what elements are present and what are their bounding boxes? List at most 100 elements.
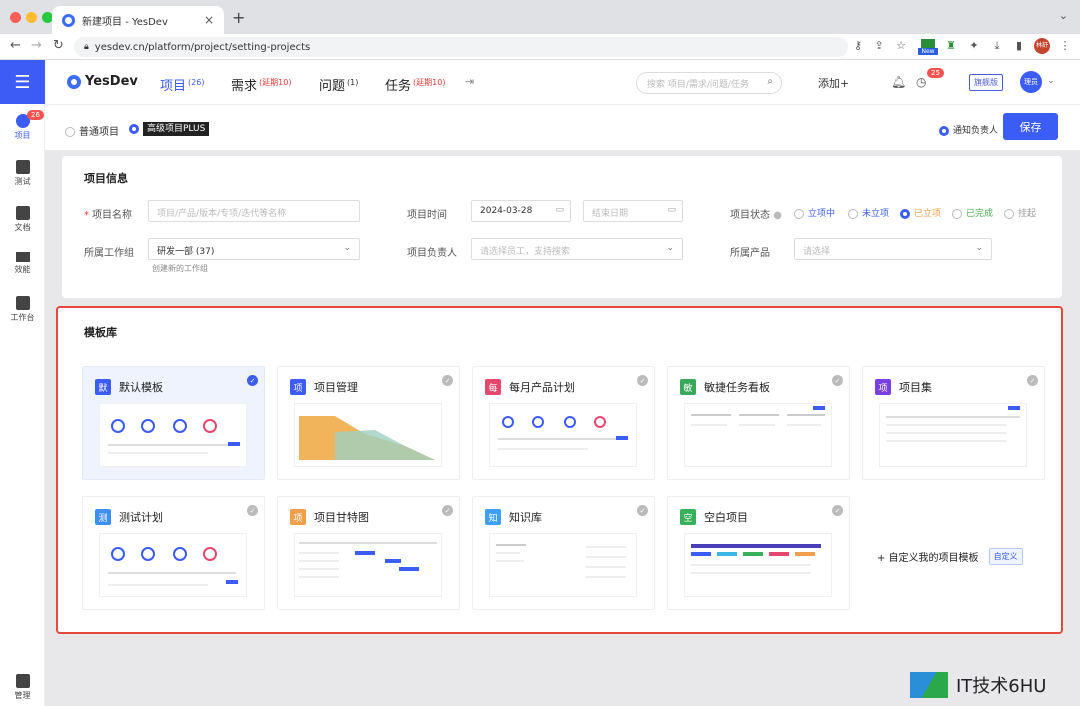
status-option-not-initiated[interactable]: 未立项: [848, 206, 889, 219]
template-icon: 测: [95, 509, 111, 525]
bell-icon[interactable]: 🔔︎: [891, 75, 906, 89]
burndown-preview-image: [299, 416, 435, 460]
template-card-monthly-plan[interactable]: 每每月产品计划 ✓: [472, 366, 655, 480]
logo[interactable]: YesDev: [67, 74, 138, 89]
custom-template-button[interactable]: + 自定义我的项目模板 自定义: [865, 534, 1048, 578]
template-card-project-set[interactable]: 项项目集 ✓: [862, 366, 1045, 480]
check-icon: ✓: [832, 375, 843, 386]
user-avatar[interactable]: 理员: [1020, 71, 1042, 93]
sidebar-item-workbench[interactable]: 工作台: [0, 296, 45, 323]
address-toolbar: ← → ↻ 🔒︎ yesdev.cn/platform/project/sett…: [0, 34, 1080, 60]
sidebar-item-manage[interactable]: 管理: [0, 674, 45, 701]
product-select[interactable]: 请选择 ⌄: [794, 238, 992, 260]
download-icon[interactable]: ⤓: [990, 39, 1004, 53]
section-title: 模板库: [84, 326, 117, 339]
radio-icon: [848, 208, 858, 219]
check-icon: ✓: [247, 375, 258, 386]
group-select[interactable]: 研发一部 (37) ⌄: [148, 238, 360, 260]
sidebar-item-project[interactable]: 项目 26: [0, 110, 45, 141]
key-icon[interactable]: ⚷: [851, 39, 865, 53]
nav-task[interactable]: 任务 (延期10): [385, 75, 445, 94]
puzzle-icon[interactable]: ✦: [967, 39, 981, 53]
template-icon: 每: [485, 379, 501, 395]
url-bar[interactable]: 🔒︎ yesdev.cn/platform/project/setting-pr…: [74, 37, 848, 57]
radio-normal-project[interactable]: 普通项目: [65, 123, 119, 138]
list-preview-image: [886, 406, 1020, 442]
nav-project[interactable]: 项目 (26): [160, 75, 204, 94]
minimize-window-button[interactable]: [26, 12, 37, 23]
extension-icon[interactable]: ♜: [944, 39, 958, 53]
chevron-down-icon[interactable]: ⌄: [1047, 76, 1055, 86]
reload-icon[interactable]: ↻: [53, 38, 64, 53]
back-icon[interactable]: ←: [10, 38, 21, 53]
product-label: 所属产品: [730, 248, 770, 259]
nav-requirement[interactable]: 需求 (延期10): [231, 75, 291, 94]
project-name-input[interactable]: 项目/产品/版本/专项/迭代等名称: [148, 200, 360, 222]
template-preview: [294, 403, 442, 467]
url-text: yesdev.cn/platform/project/setting-proje…: [94, 41, 311, 53]
check-icon: ✓: [442, 375, 453, 386]
extension-new-icon[interactable]: New: [918, 39, 938, 55]
check-icon: ✓: [1027, 375, 1038, 386]
bookmark-star-icon[interactable]: ☆: [894, 39, 908, 53]
template-card-blank[interactable]: 空空白项目 ✓: [667, 496, 850, 610]
status-option-completed[interactable]: 已完成: [952, 206, 993, 219]
new-tab-icon[interactable]: +: [232, 8, 245, 27]
clock-icon[interactable]: ◷: [916, 75, 926, 89]
template-preview: [879, 403, 1027, 467]
notification-badge: 25: [927, 68, 944, 78]
start-date-input[interactable]: 2024-03-28 ▭: [471, 200, 571, 222]
radio-advanced-project[interactable]: 高级项目PLUS: [129, 121, 210, 136]
status-option-initiating[interactable]: 立项中: [794, 206, 835, 219]
plan-preview-image: [498, 416, 628, 450]
template-icon: 项: [290, 509, 306, 525]
lock-icon: 🔒︎: [84, 42, 89, 52]
help-icon: ●: [773, 210, 782, 221]
template-preview: [99, 533, 247, 597]
knowledge-preview-image: [496, 544, 626, 578]
sidebar-item-efficiency[interactable]: 效能: [0, 252, 45, 275]
template-card-knowledge-base[interactable]: 知知识库 ✓: [472, 496, 655, 610]
template-card-gantt[interactable]: 项项目甘特图 ✓: [277, 496, 460, 610]
sidepanel-icon[interactable]: ▮: [1012, 39, 1026, 53]
gantt-preview-image: [299, 542, 437, 578]
sidebar-item-docs[interactable]: 文档: [0, 206, 45, 233]
chevron-down-icon[interactable]: ⌄: [1059, 9, 1068, 22]
sidebar-item-test[interactable]: 测试: [0, 160, 45, 187]
nav-issue[interactable]: 问题 (1): [319, 75, 358, 94]
create-group-link[interactable]: 创建新的工作组: [152, 263, 208, 274]
template-card-test-plan[interactable]: 测测试计划 ✓: [82, 496, 265, 610]
template-card-project-management[interactable]: 项项目管理 ✓: [277, 366, 460, 480]
search-icon[interactable]: ⌕: [767, 76, 773, 87]
section-title: 项目信息: [84, 172, 128, 185]
manage-icon: [15, 674, 30, 688]
project-info-section: 项目信息 * 项目名称 项目/产品/版本/专项/迭代等名称 项目时间 2024-0…: [62, 156, 1062, 298]
close-tab-icon[interactable]: ×: [204, 13, 214, 27]
save-button[interactable]: 保存: [1003, 113, 1058, 140]
exit-icon[interactable]: ⇥: [465, 75, 474, 88]
chevron-down-icon: ⌄: [975, 243, 983, 253]
forward-icon[interactable]: →: [31, 38, 42, 53]
share-icon[interactable]: ⇪: [872, 39, 886, 53]
end-date-input[interactable]: 结束日期 ▭: [583, 200, 683, 222]
search-input[interactable]: 搜索 项目/需求/问题/任务 ⌕: [636, 72, 782, 94]
notify-owner-toggle[interactable]: 通知负责人: [939, 123, 998, 136]
menu-toggle-icon[interactable]: ☰: [0, 60, 45, 104]
browser-tab[interactable]: 新建项目 - YesDev ×: [52, 6, 224, 34]
status-option-suspended[interactable]: 挂起: [1004, 206, 1036, 219]
left-navigation: ☰ 项目 26 测试 文档 效能 工作台 管理: [0, 60, 45, 706]
status-option-initiated[interactable]: 已立项: [900, 206, 941, 219]
calendar-icon: ▭: [667, 205, 676, 215]
template-preview: [294, 533, 442, 597]
owner-select[interactable]: 请选择员工，支持搜索 ⌄: [471, 238, 683, 260]
radio-icon: [65, 127, 75, 137]
add-button[interactable]: 添加+: [818, 75, 849, 91]
profile-avatar[interactable]: 林舒: [1034, 38, 1050, 54]
close-window-button[interactable]: [10, 12, 21, 23]
template-icon: 默: [95, 379, 111, 395]
template-card-default[interactable]: 默默认模板 ✓: [82, 366, 265, 480]
dashboard-preview-image: [108, 419, 240, 454]
template-card-agile-board[interactable]: 敏敏捷任务看板 ✓: [667, 366, 850, 480]
browser-menu-icon[interactable]: ⋮: [1058, 39, 1072, 53]
edition-flag[interactable]: 旗舰版: [969, 74, 1003, 91]
